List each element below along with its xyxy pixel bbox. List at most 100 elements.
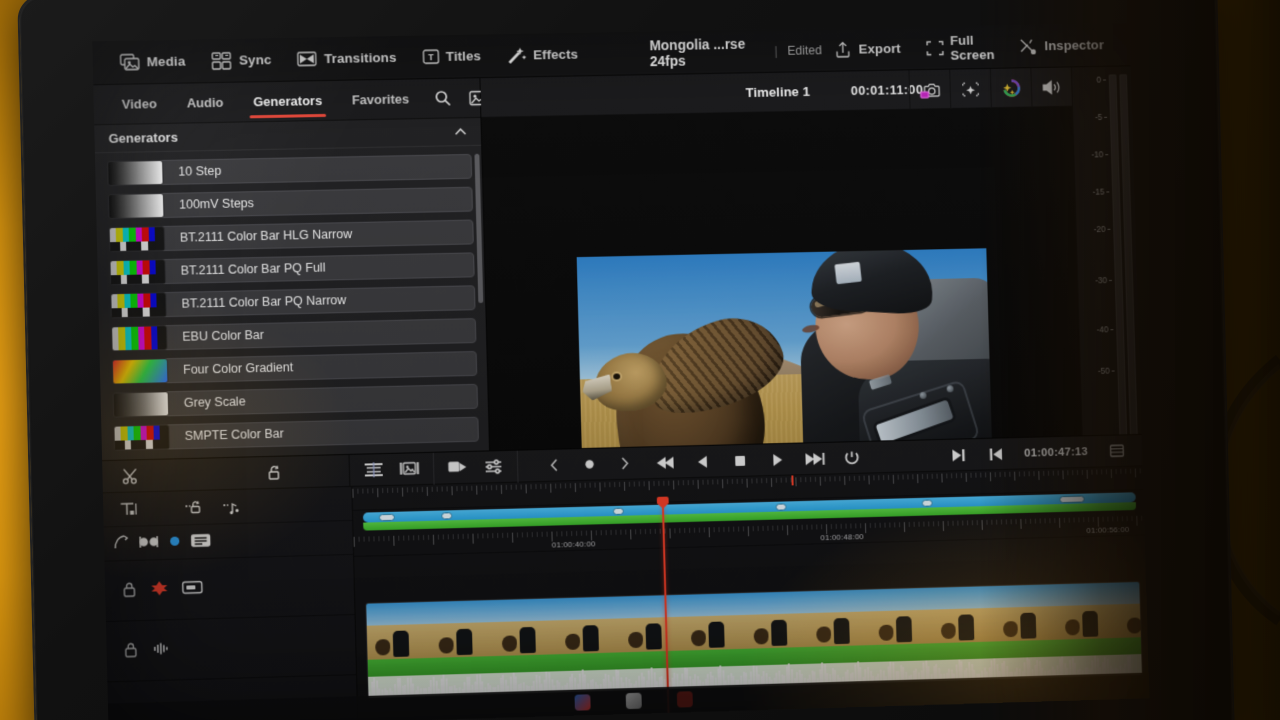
ruler-tick (422, 535, 425, 541)
snapshot-icon[interactable] (908, 69, 951, 110)
list-item[interactable]: 10 Step (107, 152, 473, 187)
ruler-tick (752, 526, 754, 532)
search-icon[interactable] (424, 78, 461, 118)
index-icon[interactable] (1099, 435, 1135, 467)
thumbnail-eagle (627, 631, 644, 649)
ruler-tick (679, 528, 681, 534)
title-tool-icon[interactable] (111, 493, 148, 526)
toolbar-item-titles[interactable]: T Titles (409, 34, 495, 79)
ruler-tick (614, 482, 616, 488)
pen-tool-icon[interactable] (112, 533, 131, 554)
ruler-tick (980, 472, 982, 478)
dock-app-icon[interactable] (574, 694, 591, 711)
thumbnail-eagle (690, 629, 707, 647)
list-item[interactable]: EBU Color Bar (111, 316, 477, 352)
ruler-tick (747, 526, 750, 537)
next-edit-icon[interactable] (940, 439, 976, 472)
toolbar-item-media[interactable]: Media (106, 39, 199, 85)
ruler-tick (447, 534, 449, 540)
lock-icon[interactable] (123, 641, 140, 662)
volume-icon[interactable] (1030, 67, 1073, 108)
play-icon[interactable] (759, 443, 795, 476)
timeline-marker[interactable] (791, 475, 794, 486)
track-header-video[interactable] (104, 554, 355, 623)
list-item[interactable]: BT.2111 Color Bar PQ Full (109, 250, 475, 286)
skip-start-icon[interactable] (648, 446, 684, 479)
ruler-tick (1125, 468, 1127, 474)
navigator-handle[interactable] (1059, 495, 1085, 503)
blade-icon[interactable] (112, 459, 149, 492)
loop-icon[interactable] (833, 441, 869, 474)
list-item[interactable]: SMPTE Color Bar (113, 415, 479, 452)
color-magic-icon[interactable] (989, 68, 1032, 109)
ruler-tick (1096, 469, 1098, 475)
adjust-icon[interactable] (475, 450, 511, 483)
navigator-handle[interactable] (921, 499, 933, 507)
tab-video[interactable]: Video (107, 83, 171, 124)
edit-tool-group-1 (349, 452, 435, 487)
toolbar-item-effects[interactable]: Effects (493, 32, 591, 77)
ruler-tick (589, 482, 591, 488)
append-icon[interactable] (440, 451, 476, 484)
tab-favorites[interactable]: Favorites (337, 79, 423, 120)
rewind-icon[interactable] (685, 445, 721, 478)
ruler-timecode: 01:00:56:00 (1086, 524, 1130, 536)
ruler-tick (903, 522, 906, 533)
filmstrip-thumbnail (366, 601, 432, 660)
list-item[interactable]: Four Color Gradient (111, 349, 478, 386)
tab-generators[interactable]: Generators (239, 80, 337, 122)
navigator-handle[interactable] (441, 511, 453, 520)
fullscreen-button[interactable]: Full Screen (913, 25, 1008, 70)
insert-clip-icon[interactable] (391, 452, 427, 485)
tab-audio[interactable]: Audio (172, 82, 238, 123)
ruler-tick (864, 523, 867, 534)
ruler-tick (947, 520, 949, 526)
ruler-tick (545, 483, 547, 489)
trim-icon[interactable] (256, 456, 293, 489)
navigator-handle[interactable] (378, 513, 395, 521)
meter-label: -20 (1093, 224, 1106, 235)
chevron-left-icon[interactable] (535, 449, 571, 482)
align-icon[interactable] (356, 453, 393, 486)
fast-forward-icon[interactable] (796, 442, 832, 475)
enhance-icon[interactable] (949, 68, 991, 110)
toolbar-item-transitions[interactable]: Transitions (284, 35, 410, 81)
clip-view-icon[interactable] (190, 532, 211, 551)
navigator-handle[interactable] (775, 502, 787, 511)
clip-icon[interactable] (181, 579, 203, 599)
audio-wave-icon[interactable] (151, 640, 173, 660)
ruler-tick (398, 535, 400, 541)
trim-right-icon[interactable] (215, 490, 252, 523)
export-button[interactable]: Export (821, 26, 914, 71)
prev-edit-icon[interactable] (977, 438, 1013, 471)
inspector-button[interactable]: Inspector (1006, 23, 1117, 68)
trim-left-icon[interactable] (177, 491, 214, 524)
toolbar-item-sync[interactable]: Sync (198, 37, 285, 82)
ruler-tick (1059, 517, 1061, 528)
generator-label: EBU Color Bar (159, 317, 477, 350)
track-header-audio[interactable] (106, 615, 357, 683)
marker-dot-icon[interactable] (571, 448, 607, 481)
stop-icon[interactable] (722, 444, 758, 477)
marker-red-icon[interactable] (149, 580, 169, 600)
ruler-tick (809, 476, 812, 482)
ruler-tick (936, 473, 938, 479)
lock-icon[interactable] (121, 580, 138, 601)
list-item[interactable]: BT.2111 Color Bar PQ Narrow (110, 283, 476, 319)
dock-app-icon[interactable] (625, 692, 642, 710)
ruler-tick (421, 487, 423, 493)
range-tool-icon[interactable] (138, 534, 159, 553)
filmstrip-thumbnail (744, 591, 809, 649)
list-item[interactable]: 100mV Steps (107, 185, 473, 220)
ruler-tick (1086, 469, 1088, 479)
keyframe-icon[interactable] (167, 533, 182, 551)
list-item[interactable]: Grey Scale (112, 382, 479, 419)
list-item[interactable]: BT.2111 Color Bar HLG Narrow (108, 218, 474, 254)
chevron-right-icon[interactable] (606, 447, 642, 480)
dock-app-icon[interactable] (676, 691, 693, 708)
timeline-timecode[interactable]: 01:00:47:13 (1014, 445, 1097, 459)
chevron-up-icon[interactable] (454, 124, 467, 139)
filmstrip-thumbnail (556, 596, 621, 655)
ruler-tick (403, 535, 405, 541)
navigator-handle[interactable] (612, 507, 624, 515)
